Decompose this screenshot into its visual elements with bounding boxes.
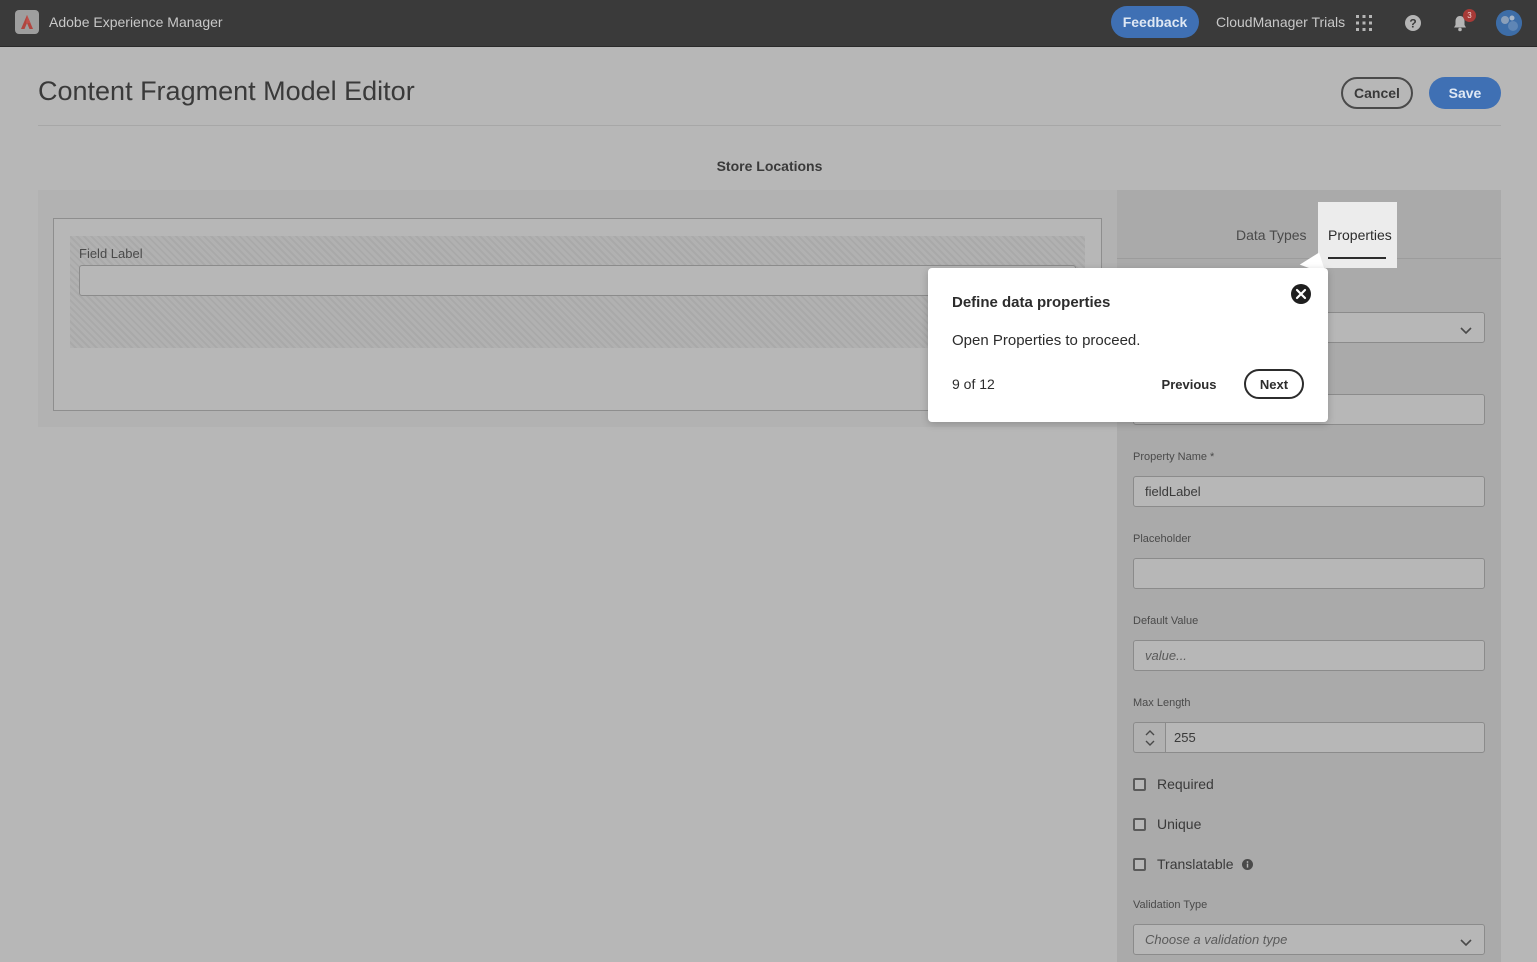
org-switcher[interactable]: CloudManager Trials xyxy=(1216,14,1345,30)
default-value-label: Default Value xyxy=(1133,615,1199,627)
svg-text:?: ? xyxy=(1409,17,1416,31)
coachmark-step-counter: 9 of 12 xyxy=(952,376,995,392)
placeholder-label: Placeholder xyxy=(1133,533,1192,545)
validation-type-label: Validation Type xyxy=(1133,899,1208,911)
help-icon[interactable]: ? xyxy=(1402,12,1424,34)
translatable-label: Translatable xyxy=(1157,856,1234,872)
notification-badge: 3 xyxy=(1463,9,1476,22)
feedback-button[interactable]: Feedback xyxy=(1111,6,1199,38)
info-icon[interactable] xyxy=(1241,858,1253,870)
max-length-input[interactable]: 255 xyxy=(1165,722,1485,753)
field-label: Field Label xyxy=(79,246,143,261)
chevron-down-icon xyxy=(1460,935,1472,950)
model-name: Store Locations xyxy=(716,158,823,174)
header-divider xyxy=(38,125,1501,126)
app-title[interactable]: Adobe Experience Manager xyxy=(49,14,223,30)
save-button[interactable]: Save xyxy=(1429,77,1501,109)
chevron-down-icon[interactable] xyxy=(1145,740,1155,746)
validation-type-select[interactable]: Choose a validation type xyxy=(1133,924,1485,955)
adobe-logo-icon[interactable] xyxy=(15,10,39,34)
required-checkbox[interactable]: Required xyxy=(1133,776,1214,792)
cancel-button[interactable]: Cancel xyxy=(1341,77,1413,109)
next-button[interactable]: Next xyxy=(1244,369,1304,399)
max-length-stepper[interactable] xyxy=(1133,722,1165,753)
property-name-label: Property Name * xyxy=(1133,451,1215,463)
chevron-down-icon xyxy=(1460,323,1472,338)
coachmark-title: Define data properties xyxy=(952,294,1111,311)
validation-type-placeholder: Choose a validation type xyxy=(1145,932,1288,947)
checkbox-icon[interactable] xyxy=(1133,857,1146,871)
avatar[interactable] xyxy=(1496,10,1522,36)
default-value-input[interactable]: value... xyxy=(1133,640,1485,671)
tab-properties[interactable]: Properties xyxy=(1328,227,1392,243)
previous-button[interactable]: Previous xyxy=(1152,369,1226,399)
unique-checkbox[interactable]: Unique xyxy=(1133,816,1201,832)
page-title: Content Fragment Model Editor xyxy=(38,76,415,106)
max-length-label: Max Length xyxy=(1133,697,1191,709)
field-preview-input[interactable] xyxy=(79,265,1076,296)
apps-grid-icon[interactable] xyxy=(1353,12,1375,34)
checkbox-icon[interactable] xyxy=(1133,817,1146,831)
translatable-checkbox[interactable]: Translatable xyxy=(1133,856,1253,872)
close-icon[interactable] xyxy=(1290,283,1312,305)
coachmark-body: Open Properties to proceed. xyxy=(952,332,1141,349)
tab-active-indicator xyxy=(1328,257,1386,259)
tab-data-types[interactable]: Data Types xyxy=(1236,227,1307,243)
checkbox-icon[interactable] xyxy=(1133,777,1146,791)
unique-label: Unique xyxy=(1157,816,1202,832)
required-label: Required xyxy=(1157,776,1214,792)
chevron-up-icon[interactable] xyxy=(1145,729,1155,736)
placeholder-input[interactable] xyxy=(1133,558,1485,589)
property-name-input[interactable]: fieldLabel xyxy=(1133,476,1485,507)
